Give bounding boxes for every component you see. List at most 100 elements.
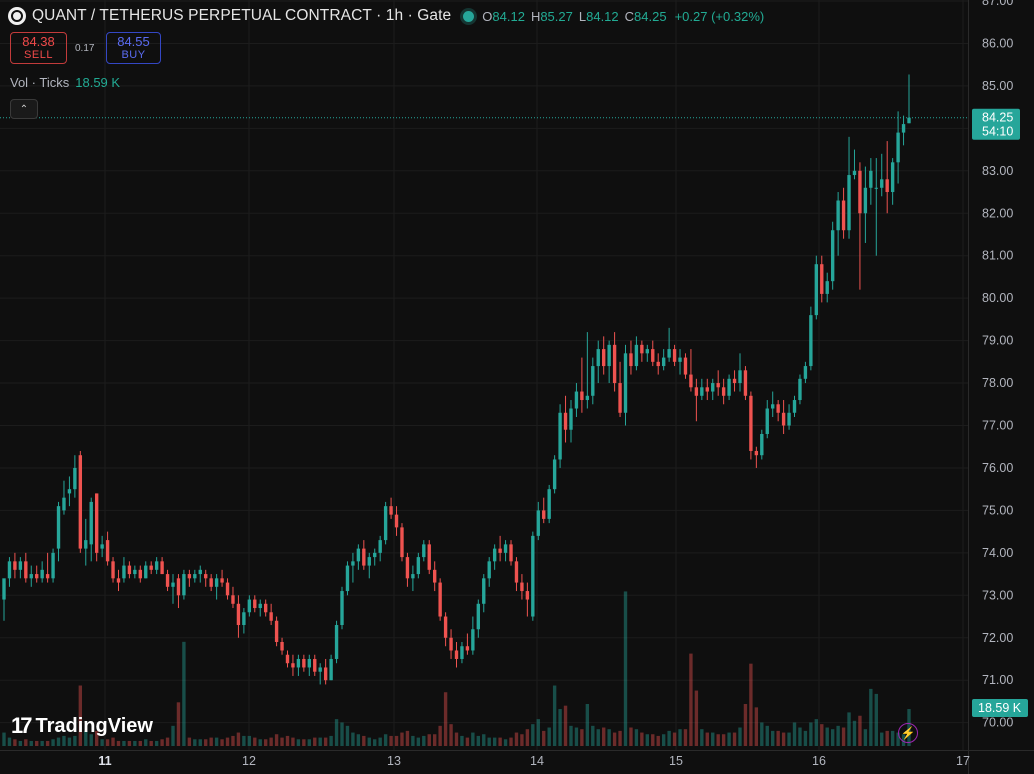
time-tick-label: 12 (242, 754, 256, 768)
candle-body (640, 344, 644, 354)
volume-bar (296, 739, 301, 746)
candle-body (122, 565, 126, 579)
volume-bar (45, 740, 50, 746)
price-tick-label: 76.00 (982, 461, 1013, 475)
candle-body (269, 612, 273, 621)
volume-bar (307, 739, 311, 746)
volume-bar (781, 732, 786, 746)
candle-body (776, 404, 780, 413)
candle-body (890, 162, 895, 193)
volume-bar (269, 737, 273, 746)
candle-body (165, 574, 170, 587)
candle-body (116, 578, 121, 583)
volume-bar (405, 730, 410, 746)
candle-body (465, 646, 470, 651)
volume-bar (520, 734, 524, 746)
volume-bar (667, 730, 671, 746)
market-status-icon (463, 10, 475, 22)
volume-bar (383, 734, 388, 746)
volume-bar (367, 737, 371, 746)
price-tick-label: 75.00 (982, 503, 1013, 517)
volume-bar (460, 735, 464, 746)
lightning-icon[interactable]: ⚡ (898, 723, 918, 743)
candle-body (144, 565, 148, 579)
ohlc-close: C84.25 (625, 9, 667, 24)
candle-body (830, 230, 835, 282)
candle-body (334, 625, 339, 659)
price-tick-label: 74.00 (982, 546, 1013, 560)
volume-bar (225, 737, 230, 746)
candle-body (51, 552, 55, 579)
candle-body (274, 620, 279, 642)
volume-bar (863, 729, 868, 746)
candle-body (56, 506, 61, 549)
price-tick-label: 87.00 (982, 0, 1013, 8)
sell-button[interactable]: 84.38 SELL (10, 32, 67, 64)
volume-bar (165, 737, 170, 746)
sell-price: 84.38 (22, 34, 55, 49)
time-tick-label: 17 (956, 754, 970, 768)
buy-label: BUY (121, 49, 146, 61)
volume-bar (318, 737, 322, 746)
tradingview-watermark: 17 TradingView (11, 713, 153, 739)
volume-bar (492, 737, 497, 746)
candle-body (362, 548, 366, 566)
collapse-legend-button[interactable]: ⌃ (10, 99, 38, 119)
volume-bar (258, 739, 262, 746)
volume-bar (209, 737, 213, 746)
candle-body (645, 349, 650, 354)
volume-bar (340, 722, 344, 746)
candle-body (618, 383, 622, 413)
candle-body (569, 408, 573, 430)
candlestick-chart[interactable]: 87.0086.0085.0084.0083.0082.0081.0080.00… (0, 0, 1034, 774)
volume-bar (171, 725, 175, 746)
candle-body (45, 574, 50, 579)
buy-price: 84.55 (117, 34, 150, 49)
candle-body (351, 561, 355, 566)
volume-bar (2, 732, 6, 746)
candle-body (427, 544, 431, 570)
volume-bar (711, 732, 715, 746)
volume-indicator-legend[interactable]: Vol · Ticks 18.59 K (10, 75, 120, 90)
volume-bar (100, 739, 104, 746)
price-tick-label: 78.00 (982, 376, 1013, 390)
volume-bar (247, 735, 252, 746)
candle-body (78, 455, 83, 549)
candle-body (880, 179, 884, 188)
volume-bar (890, 730, 895, 746)
volume-bar (182, 641, 186, 746)
candle-body (847, 175, 851, 231)
volume-bar (880, 732, 884, 746)
volume-bar (487, 737, 491, 746)
candle-body (105, 540, 110, 562)
candle-countdown: 54:10 (982, 125, 1013, 139)
candle-body (547, 489, 551, 519)
volume-bar (454, 732, 459, 746)
chart-header: QUANT / TETHERUS PERPETUAL CONTRACT · 1h… (8, 6, 764, 26)
volume-bar (727, 732, 731, 746)
price-tick-label: 72.00 (982, 631, 1013, 645)
volume-bar (847, 712, 851, 746)
candle-body (738, 370, 742, 384)
volume-bar (122, 740, 126, 746)
volume-bar (732, 732, 737, 746)
candle-body (62, 497, 66, 511)
candle-body (765, 408, 769, 434)
volume-bar (825, 727, 829, 746)
candle-body (503, 544, 508, 553)
buy-button[interactable]: 84.55 BUY (106, 32, 161, 64)
candle-body (307, 658, 311, 668)
candle-body (149, 565, 153, 570)
candle-body (672, 349, 677, 362)
candle-body (100, 544, 104, 549)
candle-body (651, 349, 655, 362)
volume-bar (656, 735, 660, 746)
volume-bar (40, 740, 44, 746)
symbol-title[interactable]: QUANT / TETHERUS PERPETUAL CONTRACT · 1h… (32, 7, 451, 25)
candle-body (542, 510, 546, 519)
candle-body (345, 565, 350, 592)
candle-body (863, 187, 868, 214)
candle-body (771, 404, 775, 409)
candle-body (253, 599, 257, 609)
price-change: +0.27 (+0.32%) (674, 8, 765, 24)
